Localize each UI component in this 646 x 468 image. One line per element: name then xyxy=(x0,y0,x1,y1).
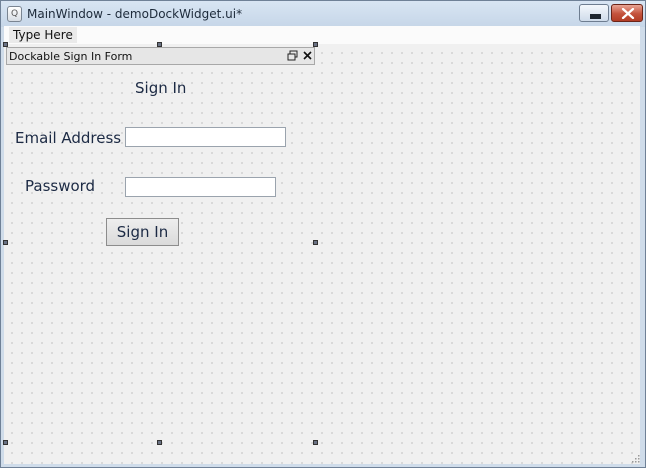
email-field[interactable] xyxy=(125,127,286,147)
selection-handle[interactable] xyxy=(3,240,8,245)
dock-widget-title: Dockable Sign In Form xyxy=(9,50,133,63)
selection-handle[interactable] xyxy=(157,42,162,47)
password-field[interactable] xyxy=(125,177,276,197)
form-heading: Sign In xyxy=(135,79,187,97)
window-title: MainWindow - demoDockWidget.ui* xyxy=(27,7,243,21)
password-label: Password xyxy=(25,177,96,195)
dock-widget-title-bar[interactable]: Dockable Sign In Form xyxy=(6,47,315,65)
qt-designer-icon: Q xyxy=(7,6,22,22)
selection-handle[interactable] xyxy=(313,42,318,47)
minimize-button[interactable] xyxy=(579,4,609,22)
title-bar[interactable]: Q MainWindow - demoDockWidget.ui* xyxy=(1,1,645,27)
menu-bar: Type Here xyxy=(4,26,640,44)
resize-grip-icon[interactable] xyxy=(630,453,640,463)
email-label: Email Address xyxy=(15,129,122,147)
selection-handle[interactable] xyxy=(313,240,318,245)
close-window-button[interactable] xyxy=(611,4,643,22)
sign-in-button[interactable]: Sign In xyxy=(106,218,179,246)
close-icon[interactable] xyxy=(302,50,313,61)
close-icon xyxy=(621,8,635,19)
designer-canvas[interactable] xyxy=(4,26,640,464)
selection-handle[interactable] xyxy=(3,440,8,445)
menu-type-here[interactable]: Type Here xyxy=(9,27,77,43)
selection-handle[interactable] xyxy=(313,440,318,445)
selection-handle[interactable] xyxy=(3,42,8,47)
float-icon[interactable] xyxy=(287,50,298,61)
selection-handle[interactable] xyxy=(157,440,162,445)
